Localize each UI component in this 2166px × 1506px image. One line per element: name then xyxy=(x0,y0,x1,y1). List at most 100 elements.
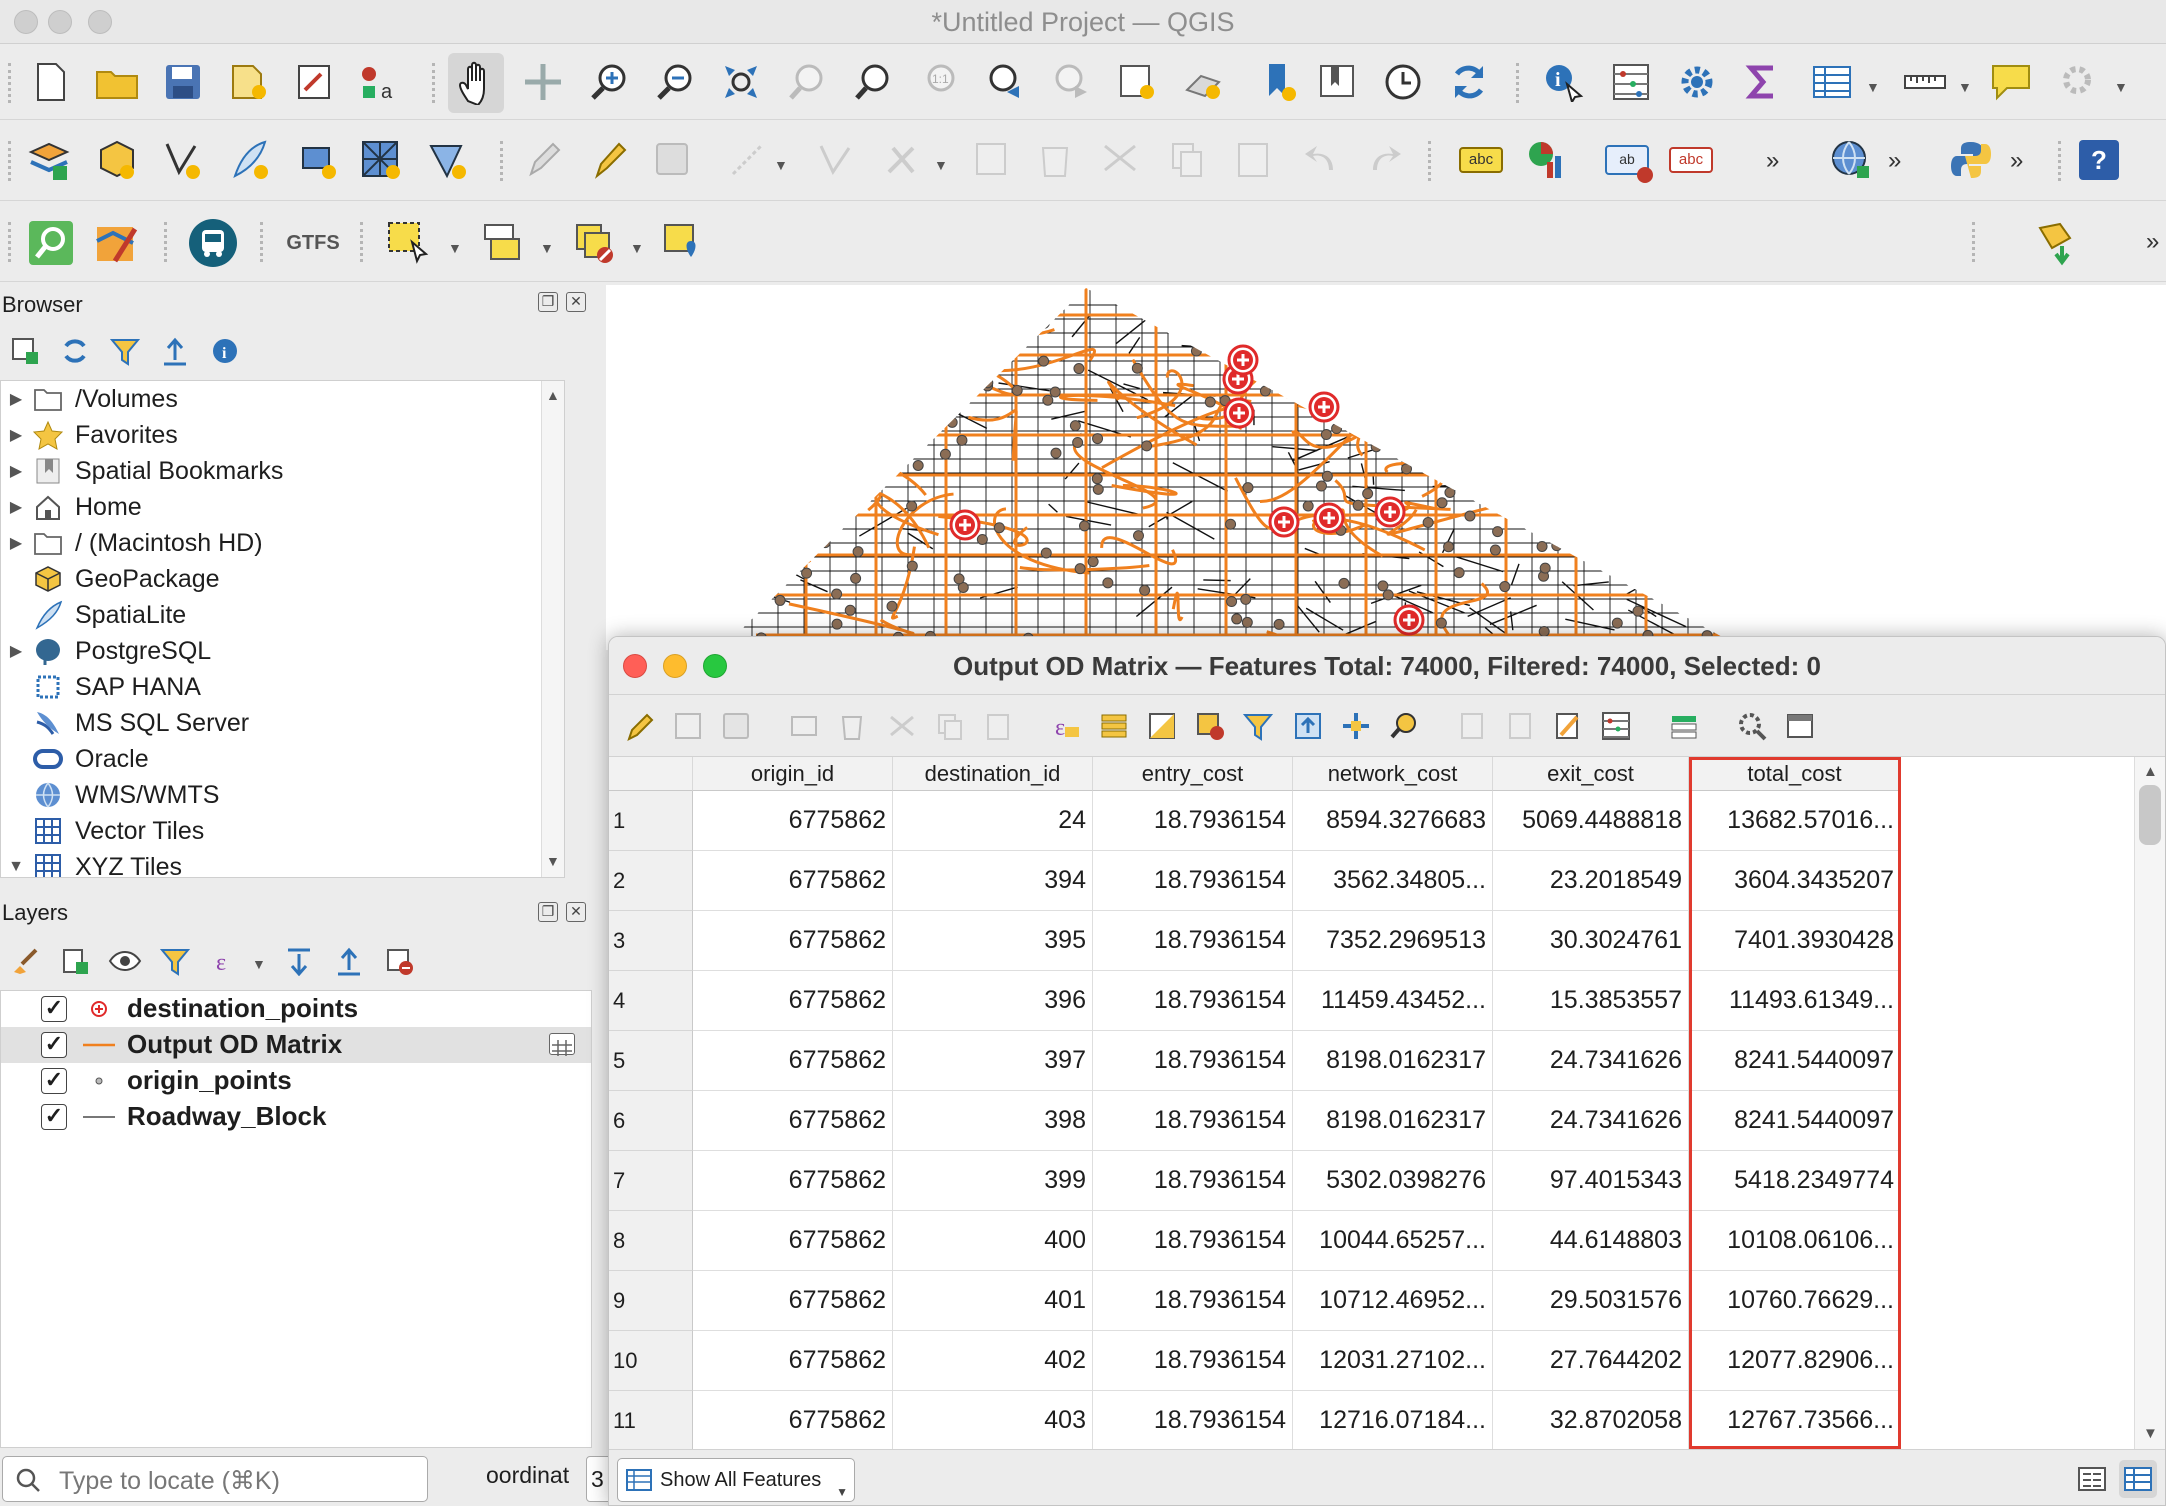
map-tips-button[interactable] xyxy=(1986,55,2036,109)
layer-visibility-checkbox[interactable]: ✓ xyxy=(41,996,67,1022)
pan-to-selected-button[interactable] xyxy=(1339,709,1373,743)
row-header[interactable]: 3 xyxy=(609,911,693,971)
browser-properties-button[interactable]: i xyxy=(208,334,242,368)
scroll-down-icon[interactable]: ▼ xyxy=(546,853,560,869)
table-cell-entry-cost[interactable]: 18.7936154 xyxy=(1093,1031,1293,1091)
row-header[interactable]: 10 xyxy=(609,1331,693,1391)
layout-manager-button[interactable] xyxy=(290,55,340,109)
python-console-button[interactable] xyxy=(1946,133,1996,187)
open-project-button[interactable] xyxy=(92,55,142,109)
table-cell-exit-cost[interactable]: 5069.4488818 xyxy=(1493,791,1689,851)
dock-table-button[interactable] xyxy=(1783,709,1817,743)
table-cell-total-cost[interactable]: 10108.06106... xyxy=(1689,1211,1901,1271)
table-cell-origin-id[interactable]: 6775862 xyxy=(693,1091,893,1151)
qgis-plugin-install-button[interactable] xyxy=(2030,216,2080,270)
table-cell-entry-cost[interactable]: 18.7936154 xyxy=(1093,1211,1293,1271)
move-selection-top-button[interactable] xyxy=(1291,709,1325,743)
table-cell-origin-id[interactable]: 6775862 xyxy=(693,1031,893,1091)
zoom-last-button[interactable] xyxy=(980,55,1030,109)
style-manager-button[interactable]: a xyxy=(356,55,406,109)
table-cell-network-cost[interactable]: 12031.27102... xyxy=(1293,1331,1493,1391)
table-dropdown-icon[interactable]: ▼ xyxy=(1866,79,1880,95)
pin-labels-button[interactable]: ab xyxy=(1602,133,1653,187)
toolbar-overflow-icon[interactable]: » xyxy=(1888,147,1901,175)
table-cell-origin-id[interactable]: 6775862 xyxy=(693,851,893,911)
row-header[interactable]: 7 xyxy=(609,1151,693,1211)
zoom-to-selected-button[interactable] xyxy=(1387,709,1421,743)
table-cell-destination-id[interactable]: 398 xyxy=(893,1091,1093,1151)
browser-item[interactable]: GeoPackage xyxy=(1,561,564,597)
zoom-full-button[interactable] xyxy=(716,55,766,109)
browser-item[interactable]: MS SQL Server xyxy=(1,705,564,741)
digitize-dropdown-icon[interactable]: ▼ xyxy=(774,157,788,173)
table-cell-origin-id[interactable]: 6775862 xyxy=(693,1391,893,1449)
vertex-tool-button[interactable] xyxy=(810,133,860,187)
help-button[interactable]: ? xyxy=(2074,133,2124,187)
transit-plugin-button[interactable] xyxy=(188,216,238,270)
statistical-summary-button[interactable] xyxy=(1738,55,1788,109)
table-cell-network-cost[interactable]: 10712.46952... xyxy=(1293,1271,1493,1331)
zoom-in-button[interactable] xyxy=(584,55,634,109)
organize-columns-button[interactable] xyxy=(1551,709,1585,743)
layer-item[interactable]: ✓ Output OD Matrix xyxy=(1,1027,591,1063)
row-header[interactable]: 11 xyxy=(609,1391,693,1449)
table-cell-entry-cost[interactable]: 18.7936154 xyxy=(1093,911,1293,971)
style-layer-button[interactable] xyxy=(8,944,42,978)
manage-visibility-button[interactable] xyxy=(108,944,142,978)
save-edits-button[interactable] xyxy=(719,709,753,743)
zoom-out-button[interactable] xyxy=(650,55,700,109)
delete-field-button[interactable] xyxy=(1503,709,1537,743)
show-unplaced-labels-button[interactable]: abc xyxy=(1666,133,1716,187)
table-cell-destination-id[interactable]: 396 xyxy=(893,971,1093,1031)
select-features-button[interactable] xyxy=(384,216,434,270)
browser-item[interactable]: ▶ Favorites xyxy=(1,417,564,453)
browser-item[interactable]: ▶ Spatial Bookmarks xyxy=(1,453,564,489)
filter-expression-button[interactable]: ε xyxy=(210,944,244,978)
open-table-button[interactable] xyxy=(1808,55,1858,109)
deselect-all-button[interactable] xyxy=(1193,709,1227,743)
deselect-dropdown-icon[interactable]: ▼ xyxy=(630,240,644,256)
layer-visibility-checkbox[interactable]: ✓ xyxy=(41,1032,67,1058)
browser-item[interactable]: ▶ PostgreSQL xyxy=(1,633,564,669)
undo-button[interactable] xyxy=(1296,133,1346,187)
actions-dropdown-icon[interactable]: ▼ xyxy=(2114,79,2128,95)
gtfs-plugin-button[interactable]: GTFS xyxy=(286,216,339,270)
table-cell-entry-cost[interactable]: 18.7936154 xyxy=(1093,1151,1293,1211)
add-group-button[interactable] xyxy=(58,944,92,978)
column-header-origin-id[interactable]: origin_id xyxy=(693,757,893,791)
new-mesh-layer-button[interactable] xyxy=(356,133,406,187)
save-project-button[interactable] xyxy=(158,55,208,109)
expand-all-button[interactable] xyxy=(282,944,316,978)
table-cell-entry-cost[interactable]: 18.7936154 xyxy=(1093,791,1293,851)
browser-item[interactable]: ▶ Home xyxy=(1,489,564,525)
table-cell-destination-id[interactable]: 397 xyxy=(893,1031,1093,1091)
filter-select-button[interactable] xyxy=(1241,709,1275,743)
table-cell-network-cost[interactable]: 8594.3276683 xyxy=(1293,791,1493,851)
table-cell-destination-id[interactable]: 395 xyxy=(893,911,1093,971)
expand-arrow-icon[interactable]: ▶ xyxy=(1,425,31,445)
toolbar-overflow-icon[interactable]: » xyxy=(2010,147,2023,175)
table-cell-exit-cost[interactable]: 24.7341626 xyxy=(1493,1031,1689,1091)
select-all-button[interactable] xyxy=(1097,709,1131,743)
table-cell-entry-cost[interactable]: 18.7936154 xyxy=(1093,1331,1293,1391)
modify-attributes-button[interactable] xyxy=(878,133,928,187)
expand-arrow-icon[interactable]: ▼ xyxy=(1,858,31,876)
expression-dropdown-icon[interactable]: ▼ xyxy=(252,956,266,972)
browser-item[interactable]: ▶ /Volumes xyxy=(1,381,564,417)
locator-search-button[interactable] xyxy=(26,216,76,270)
new-temporary-layer-button[interactable] xyxy=(422,133,472,187)
add-selected-layers-button[interactable] xyxy=(8,334,42,368)
table-scrollbar[interactable]: ▲ ▼ xyxy=(2134,757,2165,1449)
table-cell-total-cost[interactable]: 12077.82906... xyxy=(1689,1331,1901,1391)
filter-browser-button[interactable] xyxy=(108,334,142,368)
layer-visibility-checkbox[interactable]: ✓ xyxy=(41,1104,67,1130)
table-cell-exit-cost[interactable]: 30.3024761 xyxy=(1493,911,1689,971)
table-cell-origin-id[interactable]: 6775862 xyxy=(693,1331,893,1391)
layer-diagram-button[interactable] xyxy=(1522,133,1572,187)
row-header[interactable]: 5 xyxy=(609,1031,693,1091)
table-cell-exit-cost[interactable]: 97.4015343 xyxy=(1493,1151,1689,1211)
identify-features-button[interactable]: i xyxy=(1540,55,1590,109)
delete-features-button[interactable] xyxy=(835,709,869,743)
collapse-all-layers-button[interactable] xyxy=(332,944,366,978)
scroll-down-icon[interactable]: ▼ xyxy=(2143,1425,2158,1442)
